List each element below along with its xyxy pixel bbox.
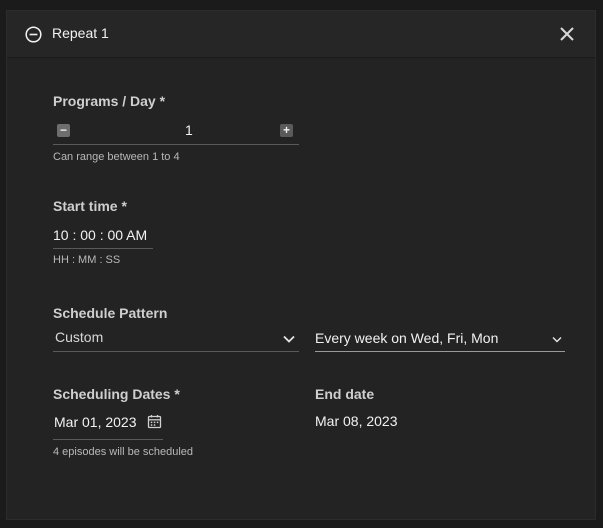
programs-per-day-underline <box>53 144 299 145</box>
close-icon[interactable] <box>557 24 577 44</box>
collapse-minus-circle-icon[interactable] <box>25 26 42 43</box>
end-date-value: Mar 08, 2023 <box>315 413 398 429</box>
panel-header: Repeat 1 <box>7 11 595 58</box>
programs-per-day-hint: Can range between 1 to 4 <box>53 151 180 163</box>
recurrence-selected: Every week on Wed, Fri, Mon <box>315 330 499 346</box>
decrement-button[interactable]: − <box>57 124 70 137</box>
schedule-pattern-selected: Custom <box>55 329 104 345</box>
panel-title: Repeat 1 <box>52 25 109 41</box>
chevron-down-icon[interactable] <box>283 335 295 343</box>
schedule-pattern-label: Schedule Pattern <box>53 305 168 321</box>
calendar-icon[interactable] <box>147 414 162 429</box>
start-time-underline <box>53 248 153 249</box>
episodes-scheduled-hint: 4 episodes will be scheduled <box>53 446 194 458</box>
scheduling-date-underline <box>53 439 163 440</box>
minus-icon: − <box>59 123 67 137</box>
start-time-label: Start time * <box>53 198 127 214</box>
plus-icon: + <box>282 123 290 137</box>
start-time-hint: HH : MM : SS <box>53 254 121 266</box>
scheduling-start-date-input[interactable]: Mar 01, 2023 <box>54 414 137 430</box>
increment-button[interactable]: + <box>280 124 293 137</box>
programs-per-day-input[interactable]: 1 <box>185 122 193 138</box>
end-date-label: End date <box>315 386 375 402</box>
programs-per-day-label: Programs / Day * <box>53 93 166 109</box>
start-time-input[interactable]: 10 : 00 : 00 AM <box>53 227 147 243</box>
schedule-pattern-underline <box>53 351 299 352</box>
recurrence-underline <box>315 351 565 352</box>
repeat-panel: Repeat 1 Programs / Day * − 1 + Can rang… <box>6 10 596 520</box>
scheduling-dates-label: Scheduling Dates * <box>53 386 180 402</box>
chevron-down-icon[interactable] <box>552 336 562 343</box>
